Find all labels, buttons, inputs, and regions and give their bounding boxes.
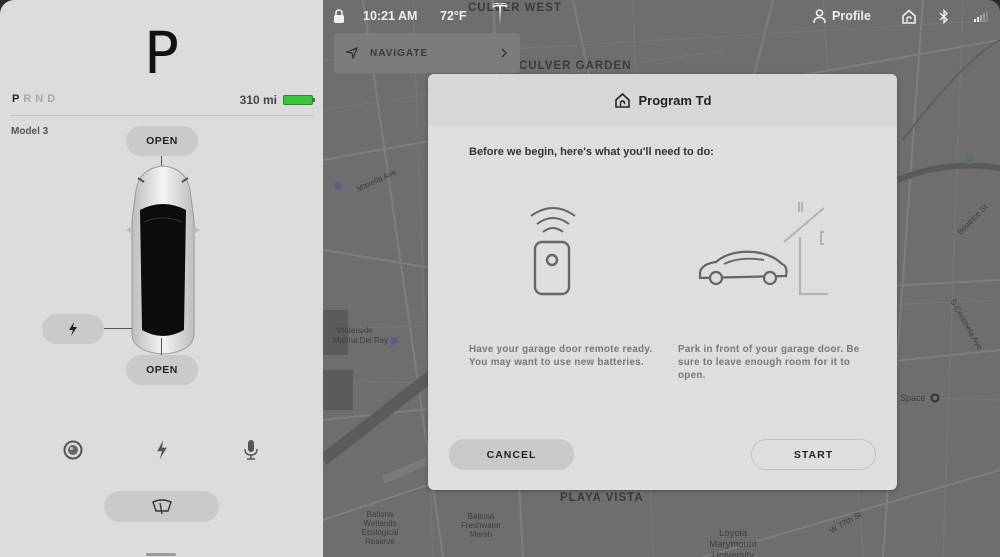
homelink-program-dialog: Program Td Before we begin, here's what … [428,74,897,490]
lock-icon [334,8,344,23]
gear-r[interactable]: R [23,93,35,105]
homelink-icon [902,8,916,24]
tesla-logo-icon [492,3,508,24]
navigate-button[interactable]: NAVIGATE [334,33,520,73]
open-trunk-button[interactable]: OPEN [126,355,198,385]
model-name: Model 3 [11,126,49,137]
current-gear: P [144,19,179,87]
navigate-arrow-icon [346,47,358,59]
signal-indicator [974,6,988,26]
range-display: 310 mi [239,93,315,107]
temperature: 72°F [440,9,467,23]
profile-icon [813,8,826,23]
quick-controls [0,436,323,464]
step-remote-text: Have your garage door remote ready. You … [469,344,653,368]
open-frunk-label: OPEN [146,135,178,147]
range-value: 310 mi [239,93,277,107]
bluetooth-icon [939,8,949,24]
dialog-header: Program Td [428,74,897,126]
gear-d[interactable]: D [47,93,59,105]
map-label-marina-del-rey: Marina Del Rey [333,336,389,345]
bolt-icon [157,440,167,460]
start-button[interactable]: START [751,439,876,470]
step-park-text: Park in front of your garage door. Be su… [678,344,860,381]
lock-button[interactable] [333,6,345,26]
map-label-culver-garden: CULVER GARDEN [519,60,632,72]
homelink-button[interactable] [901,6,917,26]
homelink-icon [614,92,630,108]
gear-n[interactable]: N [35,93,47,105]
voice-button[interactable] [237,436,265,464]
map-label-ballona-marsh: Ballona Freshwater Marsh [460,512,501,539]
map-label-loyola: Loyola Marymount University [709,528,757,557]
charge-port-button[interactable] [42,314,104,344]
map-label-ballona-wetlands: Ballona Wetlands Ecological Reserve [361,510,399,546]
dialog-title: Program Td [638,92,712,108]
profile-label: Profile [832,9,871,23]
wiper-icon [151,498,172,514]
map-label-playa-vista: PLAYA VISTA [560,492,644,504]
car-top-view [126,165,200,355]
camera-icon [63,440,83,460]
microphone-icon [244,440,258,460]
charge-leader-line [104,328,132,329]
open-trunk-label: OPEN [146,364,178,376]
drive-panel: P PRND 310 mi Model 3 OPEN OPEN [0,0,323,557]
map-label-culver-west: CULVER WEST [468,2,562,14]
map-label-waterside: Waterside [337,326,373,335]
signal-icon [974,11,988,22]
chevron-right-icon [501,48,507,58]
drawer-handle[interactable] [146,553,176,556]
clock: 10:21 AM [363,9,418,23]
dialog-intro: Before we begin, here's what you'll need… [469,146,714,158]
open-frunk-button[interactable]: OPEN [126,126,198,156]
divider [10,115,313,116]
car-garage-icon [698,202,828,296]
charging-button[interactable] [148,436,176,464]
gear-selector: PRND [12,93,59,105]
wiper-button[interactable] [104,491,219,522]
trunk-leader-line [161,338,162,355]
tesla-logo[interactable] [491,3,509,24]
bolt-icon [69,322,77,336]
bluetooth-button[interactable] [939,6,949,26]
gear-p[interactable]: P [12,93,23,105]
camera-button[interactable] [59,436,87,464]
battery-icon [283,95,315,105]
profile-button[interactable]: Profile [813,6,871,26]
navigate-label: NAVIGATE [370,47,429,59]
map-label-space: Space [900,393,926,403]
cancel-button[interactable]: CANCEL [449,439,574,470]
garage-remote-icon [530,207,576,296]
